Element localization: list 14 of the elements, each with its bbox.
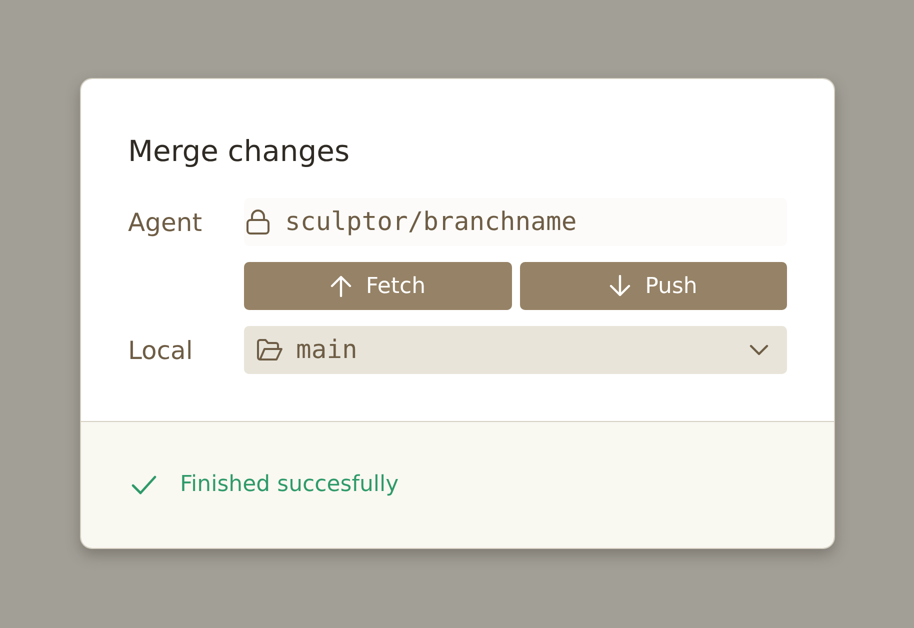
lock-icon [246,209,270,235]
fetch-button[interactable]: Fetch [244,262,512,310]
local-label: Local [128,336,193,364]
arrow-down-icon [609,275,632,297]
checkmark-icon [131,475,157,495]
arrow-up-icon [330,275,352,297]
status-message: Finished succesfully [180,471,399,499]
push-button[interactable]: Push [520,262,787,310]
local-branch-dropdown[interactable]: main [244,326,787,374]
folder-icon [257,339,283,361]
agent-label: Agent [128,208,202,236]
dialog-title: Merge changes [128,134,351,168]
agent-branch-field: sculptor/branchname [244,198,787,246]
chevron-down-icon [749,344,769,356]
